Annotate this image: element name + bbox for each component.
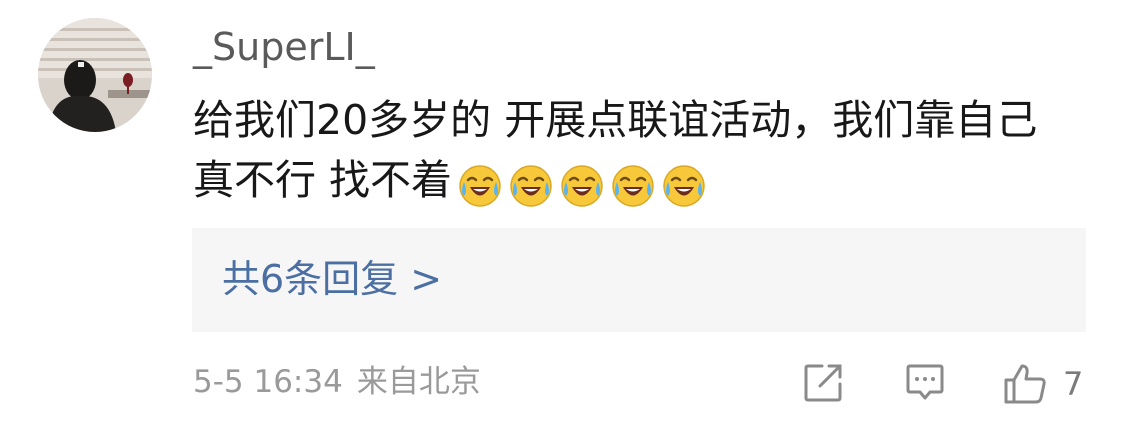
- view-replies-link[interactable]: 共6条回复 >: [222, 255, 442, 303]
- share-button[interactable]: [802, 362, 844, 406]
- location: 来自北京: [356, 364, 481, 400]
- laugh-cry-icon: [663, 165, 705, 207]
- laugh-cry-icon: [561, 165, 603, 207]
- avatar[interactable]: [38, 18, 152, 132]
- comment-button[interactable]: [904, 362, 946, 406]
- replies-panel[interactable]: 共6条回复 >: [192, 228, 1086, 332]
- laugh-cry-icon: [612, 165, 654, 207]
- comment-meta: 5-5 16:34 来自北京: [193, 362, 495, 402]
- comment-text-line-2-text: 真不行 找不着: [193, 156, 453, 204]
- laugh-cry-icon: [510, 165, 552, 207]
- comment-text-line-1: 给我们20多岁的 开展点联谊活动，我们靠自己: [193, 96, 1038, 144]
- avatar-image: [38, 18, 152, 132]
- like-count: 7: [1063, 365, 1084, 403]
- share-icon: [804, 364, 842, 402]
- thumbs-up-icon: [1004, 364, 1046, 404]
- emoji-row: [458, 153, 713, 213]
- comment-content: 给我们20多岁的 开展点联谊活动，我们靠自己 真不行 找不着: [193, 90, 1093, 213]
- like-button[interactable]: [1002, 362, 1048, 406]
- laugh-cry-icon: [459, 165, 501, 207]
- comment-text-line-2: 真不行 找不着: [193, 150, 1093, 213]
- comment-icon: [906, 364, 944, 400]
- timestamp: 5-5 16:34: [193, 364, 343, 400]
- username[interactable]: _SuperLI_: [193, 24, 375, 70]
